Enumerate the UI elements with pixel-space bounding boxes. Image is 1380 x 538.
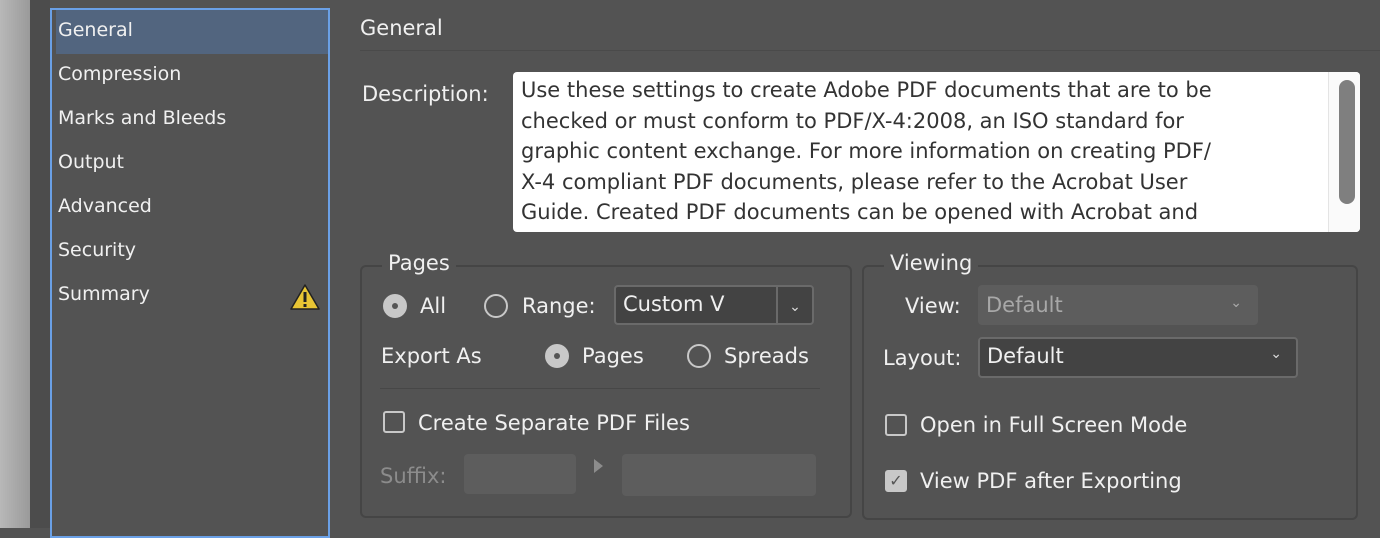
sidebar-item-marks-and-bleeds[interactable]: Marks and Bleeds [56,98,328,142]
sidebar-item-label: Marks and Bleeds [58,107,227,129]
description-text: Use these settings to create Adobe PDF d… [521,78,1212,224]
view-after-export-checkbox[interactable]: ✓ [885,470,907,492]
view-label: View: [905,294,961,318]
suffix-label: Suffix: [380,464,447,488]
all-radio[interactable] [383,294,407,318]
full-screen-label[interactable]: Open in Full Screen Mode [920,411,1187,439]
sidebar-item-label: Security [58,239,137,261]
category-list: General Compression Marks and Bleeds Out… [50,8,330,538]
full-screen-checkbox[interactable] [885,414,907,436]
background-window-edge [0,0,30,528]
scrollbar-thumb[interactable] [1339,80,1355,204]
view-value: Default [986,293,1063,317]
range-dropdown-button[interactable]: ⌄ [776,287,812,323]
chevron-down-icon: ⌄ [1230,295,1242,311]
suffix-input[interactable] [464,454,576,494]
export-pages-label[interactable]: Pages [582,342,644,370]
export-pages-radio[interactable] [545,344,569,368]
sidebar-item-label: Compression [58,63,182,85]
range-radio[interactable] [484,294,508,318]
layout-select[interactable]: Default ⌄ [978,337,1298,378]
export-spreads-radio[interactable] [687,344,711,368]
sidebar-item-label: Advanced [58,195,152,217]
page-title: General [360,16,443,40]
sidebar-item-general[interactable]: General [56,10,328,54]
view-after-export-label[interactable]: View PDF after Exporting [920,467,1182,495]
chevron-down-icon: ⌄ [789,299,801,315]
export-as-label: Export As [381,344,482,368]
sidebar-item-label: Summary [58,283,150,305]
sidebar-item-compression[interactable]: Compression [56,54,328,98]
all-label[interactable]: All [420,292,446,320]
sidebar-item-advanced[interactable]: Advanced [56,186,328,230]
warning-icon [290,284,320,310]
create-separate-checkbox[interactable] [383,411,405,433]
scrollbar[interactable] [1328,72,1360,232]
sidebar-item-security[interactable]: Security [56,230,328,274]
create-separate-label[interactable]: Create Separate PDF Files [418,409,690,437]
checkmark-icon: ✓ [889,471,903,490]
arrow-right-icon [594,459,603,473]
range-combo[interactable]: Custom V ⌄ [614,285,814,325]
view-select[interactable]: Default ⌄ [978,285,1258,325]
description-textarea[interactable]: Use these settings to create Adobe PDF d… [513,72,1360,232]
layout-value: Default [987,344,1064,368]
divider [360,50,1380,51]
pages-legend: Pages [382,251,456,275]
dialog-edge [30,0,50,528]
divider [380,388,820,389]
range-value: Custom V [623,292,725,316]
export-spreads-label[interactable]: Spreads [724,342,809,370]
range-label[interactable]: Range: [522,292,596,320]
sidebar-item-label: Output [58,151,124,173]
sidebar-item-label: General [58,19,133,41]
description-label: Description: [362,82,489,106]
chevron-down-icon: ⌄ [1270,346,1282,362]
layout-label: Layout: [883,346,962,370]
viewing-legend: Viewing [884,251,979,275]
sidebar-item-output[interactable]: Output [56,142,328,186]
suffix-preview-field [622,454,816,496]
sidebar-item-summary[interactable]: Summary [56,274,328,318]
